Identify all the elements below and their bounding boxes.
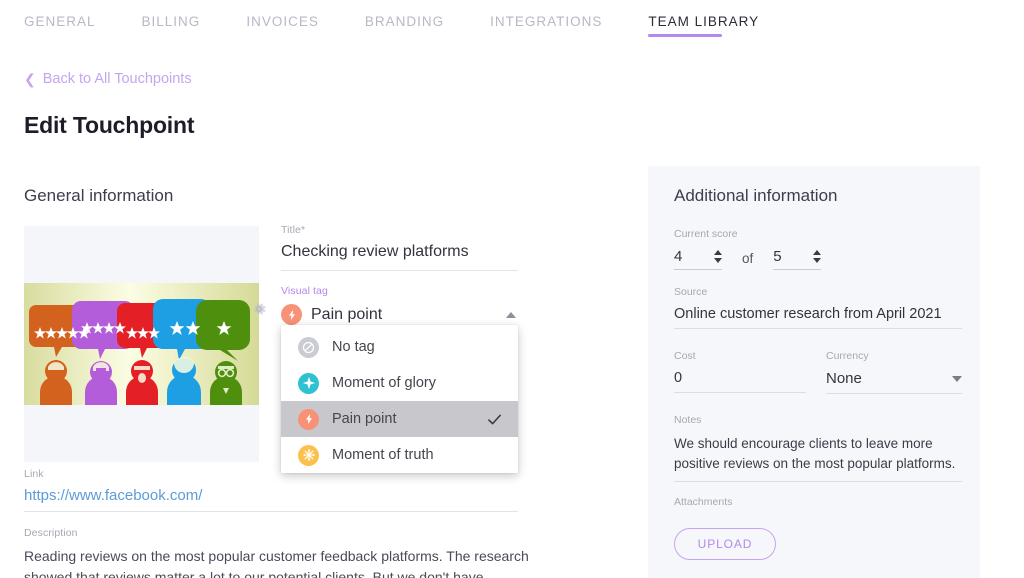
no-tag-icon [298, 336, 319, 358]
stepper-up-icon[interactable] [813, 250, 822, 255]
stepper-down-icon[interactable] [714, 258, 722, 263]
description-field[interactable]: Description Reading reviews on the most … [24, 527, 529, 578]
cost-label: Cost [674, 350, 696, 362]
caret-up-icon[interactable] [506, 311, 516, 318]
source-field[interactable]: Source Online customer research from Apr… [674, 286, 962, 329]
tab-label: INVOICES [246, 14, 319, 29]
score-separator: of [742, 251, 754, 266]
additional-information-heading: Additional information [674, 186, 838, 205]
gear-icon[interactable] [250, 300, 268, 318]
tab-general[interactable]: GENERAL [24, 0, 120, 39]
tab-label: INTEGRATIONS [490, 14, 603, 29]
tab-label: BRANDING [364, 14, 445, 29]
notes-field[interactable]: Notes We should encourage clients to lea… [674, 414, 962, 482]
score-value: 4 [674, 248, 683, 265]
settings-tab-bar: GENERAL BILLING INVOICES BRANDING INTEGR… [0, 0, 1024, 46]
caret-down-icon[interactable] [952, 375, 962, 382]
description-value[interactable]: Reading reviews on the most popular cust… [24, 546, 529, 578]
title-field[interactable]: Title* Checking review platforms [281, 224, 518, 271]
title-value[interactable]: Checking review platforms [281, 243, 518, 271]
dropdown-option-label: Moment of truth [332, 447, 434, 463]
source-value[interactable]: Online customer research from April 2021 [674, 306, 962, 329]
additional-information-panel: Additional information Current score 4 o… [648, 166, 980, 578]
dropdown-option-pain-point[interactable]: Pain point [281, 401, 518, 437]
dropdown-option-no-tag[interactable]: No tag [281, 329, 518, 365]
notes-value[interactable]: We should encourage clients to leave mor… [674, 434, 962, 482]
tab-integrations[interactable]: INTEGRATIONS [490, 0, 626, 39]
tab-team-library[interactable]: TEAM LIBRARY [648, 0, 783, 39]
attachments-field: Attachments UPLOAD [674, 496, 962, 560]
tab-active-underline [648, 34, 723, 37]
four-way-arrow-icon [298, 444, 319, 466]
score-max-stepper[interactable]: 5 [773, 248, 822, 270]
visual-tag-dropdown-menu[interactable]: No tag Moment of glory Pain point Moment… [281, 325, 518, 473]
current-score-label: Current score [674, 228, 738, 240]
tab-label: TEAM LIBRARY [648, 14, 760, 29]
chevron-left-icon: ❮ [24, 71, 36, 87]
upload-button[interactable]: UPLOAD [674, 528, 776, 560]
attachments-label: Attachments [674, 496, 733, 508]
tab-invoices[interactable]: INVOICES [246, 0, 343, 39]
stepper-up-icon[interactable] [714, 250, 722, 255]
stepper-down-icon[interactable] [813, 258, 822, 263]
tab-label: BILLING [141, 14, 201, 29]
touchpoint-image-thumbnail[interactable] [24, 226, 259, 462]
tab-branding[interactable]: BRANDING [365, 0, 468, 39]
tab-billing[interactable]: BILLING [142, 0, 225, 39]
link-field[interactable]: Link https://www.facebook.com/ [24, 468, 518, 512]
stepper-arrows[interactable] [714, 250, 722, 263]
sparkle-star-icon [298, 372, 319, 394]
tab-label: GENERAL [24, 14, 96, 29]
currency-select[interactable]: None [826, 370, 962, 394]
dropdown-option-moment-of-truth[interactable]: Moment of truth [281, 437, 518, 473]
dropdown-option-label: Pain point [332, 411, 397, 427]
title-label: Title* [281, 224, 306, 236]
score-max-value: 5 [773, 248, 782, 265]
link-value[interactable]: https://www.facebook.com/ [24, 487, 518, 512]
checkmark-icon [487, 412, 502, 427]
description-label: Description [24, 527, 78, 539]
currency-value: None [826, 370, 862, 387]
current-score-field: Current score 4 of 5 [674, 228, 964, 270]
cost-value[interactable]: 0 [674, 370, 806, 393]
notes-label: Notes [674, 414, 702, 426]
visual-tag-label: Visual tag [281, 285, 328, 297]
lightning-bolt-icon [281, 304, 302, 325]
visual-tag-value: Pain point [311, 305, 383, 323]
dropdown-option-label: Moment of glory [332, 375, 436, 391]
currency-label: Currency [826, 350, 869, 362]
dropdown-option-label: No tag [332, 339, 375, 355]
currency-field[interactable]: Currency None [826, 350, 962, 394]
back-to-all-touchpoints-link[interactable]: ❮ Back to All Touchpoints [24, 71, 192, 87]
customer-review-stars-illustration [24, 283, 259, 405]
back-link-label: Back to All Touchpoints [42, 71, 192, 87]
cost-field[interactable]: Cost 0 [674, 350, 806, 393]
edit-touchpoint-page: GENERAL BILLING INVOICES BRANDING INTEGR… [0, 0, 1024, 578]
general-information-heading: General information [24, 186, 174, 205]
page-title: Edit Touchpoint [24, 112, 195, 138]
score-value-stepper[interactable]: 4 [674, 248, 722, 270]
lightning-bolt-icon [298, 408, 319, 430]
dropdown-option-moment-of-glory[interactable]: Moment of glory [281, 365, 518, 401]
source-label: Source [674, 286, 708, 298]
stepper-arrows[interactable] [813, 250, 822, 263]
